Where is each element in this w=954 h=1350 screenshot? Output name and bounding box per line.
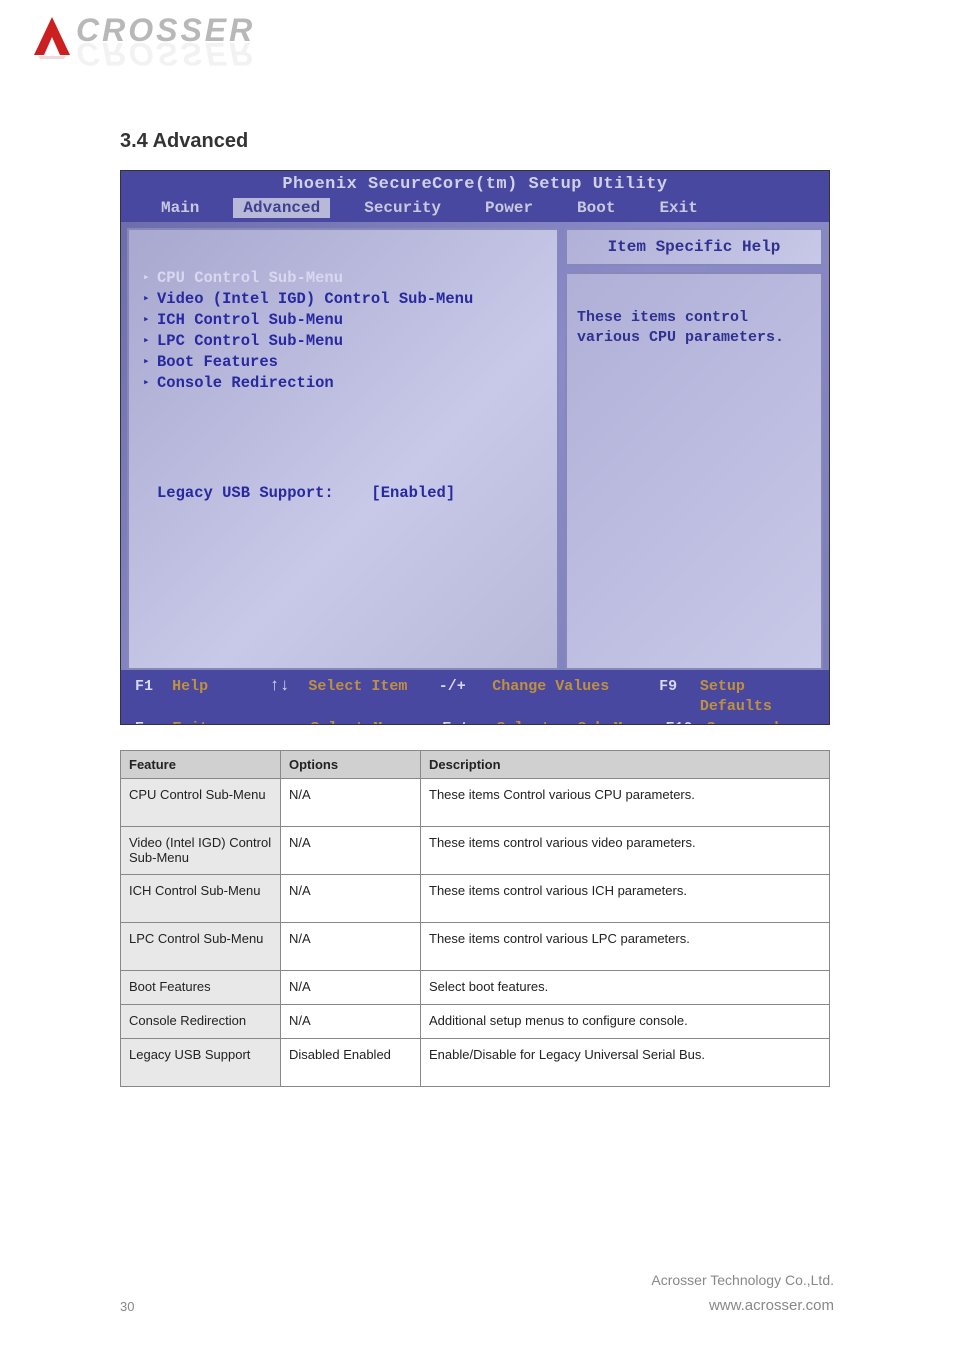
key-f9: F9: [659, 677, 694, 697]
help-title: Item Specific Help: [565, 228, 823, 266]
cell-options: N/A: [281, 1005, 421, 1039]
table-row: LPC Control Sub-Menu N/A These items con…: [121, 923, 830, 971]
table-row: Legacy USB Support Disabled Enabled Enab…: [121, 1039, 830, 1087]
action-save-exit: Save and Exit: [707, 719, 815, 726]
arrows-leftright-icon: ←→: [271, 718, 304, 726]
table-row: ICH Control Sub-Menu N/A These items con…: [121, 875, 830, 923]
cell-feature: Console Redirection: [121, 1005, 281, 1039]
submenu-cpu[interactable]: ▸CPU Control Sub-Menu: [143, 268, 543, 289]
submenu-label: Video (Intel IGD) Control Sub-Menu: [157, 289, 473, 310]
option-value: [Enabled]: [371, 484, 543, 502]
bios-key-legend: F1 Help ↑↓ Select Item -/+ Change Values…: [121, 670, 829, 725]
option-legacy-usb[interactable]: Legacy USB Support: [Enabled]: [143, 484, 543, 502]
footer-company: Acrosser Technology Co.,Ltd.: [651, 1272, 834, 1288]
bios-tab-bar: Main Advanced Security Power Boot Exit: [121, 196, 829, 222]
chevron-right-icon: ▸: [143, 313, 157, 328]
table-row: Boot Features N/A Select boot features.: [121, 971, 830, 1005]
option-label: Legacy USB Support:: [143, 484, 371, 502]
chevron-right-icon: ▸: [143, 355, 157, 370]
cell-description: These items control various video parame…: [421, 827, 830, 875]
bios-app-title: Phoenix SecureCore(tm) Setup Utility: [121, 171, 829, 196]
cell-description: These items control various ICH paramete…: [421, 875, 830, 923]
cell-description: Additional setup menus to configure cons…: [421, 1005, 830, 1039]
cell-description: Enable/Disable for Legacy Universal Seri…: [421, 1039, 830, 1087]
table-row: Video (Intel IGD) Control Sub-Menu N/A T…: [121, 827, 830, 875]
cell-description: These items control various LPC paramete…: [421, 923, 830, 971]
key-esc: Esc: [135, 719, 166, 726]
arrows-updown-icon: ↑↓: [269, 676, 302, 699]
submenu-console[interactable]: ▸Console Redirection: [143, 373, 543, 394]
action-change-values: Change Values: [492, 677, 653, 697]
th-options: Options: [281, 751, 421, 779]
cell-options: N/A: [281, 971, 421, 1005]
help-body: These items control various CPU paramete…: [565, 272, 823, 670]
th-description: Description: [421, 751, 830, 779]
bios-main-panel: ▸CPU Control Sub-Menu ▸Video (Intel IGD)…: [127, 228, 559, 670]
feature-table: Feature Options Description CPU Control …: [120, 750, 830, 1087]
chevron-right-icon: ▸: [143, 292, 157, 307]
submenu-video[interactable]: ▸Video (Intel IGD) Control Sub-Menu: [143, 289, 543, 310]
submenu-lpc[interactable]: ▸LPC Control Sub-Menu: [143, 331, 543, 352]
cell-description: These items Control various CPU paramete…: [421, 779, 830, 827]
cell-options: N/A: [281, 779, 421, 827]
table-header-row: Feature Options Description: [121, 751, 830, 779]
bios-tab-exit[interactable]: Exit: [649, 198, 707, 218]
cell-feature: ICH Control Sub-Menu: [121, 875, 281, 923]
action-exit: Exit: [172, 719, 265, 726]
cell-options: Disabled Enabled: [281, 1039, 421, 1087]
cell-feature: CPU Control Sub-Menu: [121, 779, 281, 827]
action-select-submenu: Select ▸ Sub-Menu: [496, 719, 659, 726]
page-number: 30: [120, 1299, 134, 1314]
bios-screenshot: Phoenix SecureCore(tm) Setup Utility Mai…: [120, 170, 830, 725]
bios-tab-power[interactable]: Power: [475, 198, 543, 218]
th-feature: Feature: [121, 751, 281, 779]
key-plusminus: -/+: [439, 677, 487, 697]
bios-tab-main[interactable]: Main: [151, 198, 209, 218]
brand-logo: CROSSER CROSSER: [30, 15, 255, 59]
chevron-right-icon: ▸: [143, 334, 157, 349]
cell-options: N/A: [281, 827, 421, 875]
table-row: CPU Control Sub-Menu N/A These items Con…: [121, 779, 830, 827]
key-enter: Enter: [442, 719, 490, 726]
action-select-item: Select Item: [308, 677, 432, 697]
submenu-label: LPC Control Sub-Menu: [157, 331, 343, 352]
chevron-right-icon: ▸: [143, 271, 157, 286]
section-heading: 3.4 Advanced: [120, 130, 248, 153]
submenu-label: ICH Control Sub-Menu: [157, 310, 343, 331]
cell-description: Select boot features.: [421, 971, 830, 1005]
cell-feature: Boot Features: [121, 971, 281, 1005]
bios-tab-security[interactable]: Security: [354, 198, 451, 218]
footer-url: www.acrosser.com: [709, 1297, 834, 1314]
cell-feature: LPC Control Sub-Menu: [121, 923, 281, 971]
submenu-label: CPU Control Sub-Menu: [157, 268, 343, 289]
table-row: Console Redirection N/A Additional setup…: [121, 1005, 830, 1039]
key-f1: F1: [135, 677, 166, 697]
chevron-right-icon: ▸: [143, 376, 157, 391]
submenu-boot-features[interactable]: ▸Boot Features: [143, 352, 543, 373]
action-setup-defaults: Setup Defaults: [700, 677, 815, 718]
cell-feature: Legacy USB Support: [121, 1039, 281, 1087]
submenu-label: Console Redirection: [157, 373, 334, 394]
cell-feature: Video (Intel IGD) Control Sub-Menu: [121, 827, 281, 875]
submenu-ich[interactable]: ▸ICH Control Sub-Menu: [143, 310, 543, 331]
bios-tab-advanced[interactable]: Advanced: [233, 198, 330, 218]
action-help: Help: [172, 677, 263, 697]
submenu-label: Boot Features: [157, 352, 278, 373]
key-f10: F10: [665, 719, 700, 726]
cell-options: N/A: [281, 923, 421, 971]
cell-options: N/A: [281, 875, 421, 923]
logo-reflection: CROSSER: [76, 48, 255, 59]
bios-tab-boot[interactable]: Boot: [567, 198, 625, 218]
logo-mark-icon: [30, 15, 74, 59]
action-select-menu: Select Menu: [310, 719, 436, 726]
